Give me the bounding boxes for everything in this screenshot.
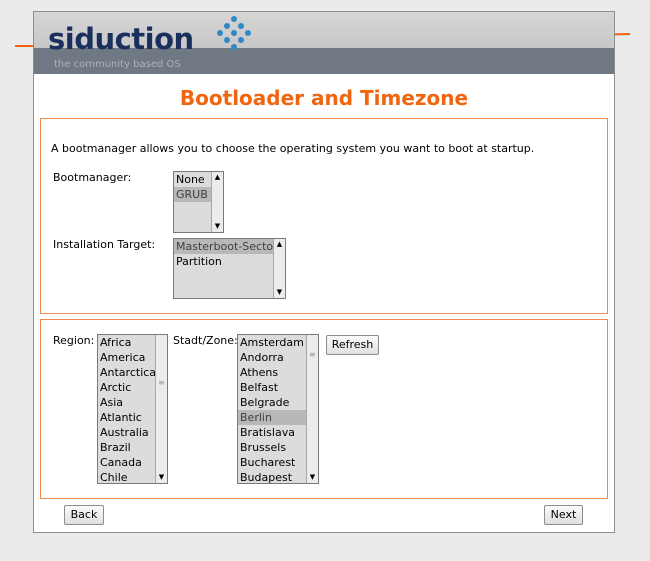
region-label: Region: [53, 334, 95, 347]
scroll-up-icon[interactable]: ▲ [212, 172, 223, 183]
zone-scrollbar[interactable]: ≡ ▼ [306, 335, 318, 483]
bootmanager-listbox[interactable]: None GRUB ▲ ▼ [173, 171, 224, 233]
page-title: Bootloader and Timezone [179, 86, 469, 110]
bootmanager-label: Bootmanager: [53, 171, 132, 184]
zone-label: Stadt/Zone: [173, 334, 238, 347]
scroll-grip-icon[interactable]: ≡ [309, 351, 316, 359]
next-button[interactable]: Next [544, 505, 583, 525]
region-scrollbar[interactable]: ≡ ▼ [155, 335, 167, 483]
scroll-up-icon[interactable]: ▲ [274, 239, 285, 250]
zone-listbox[interactable]: Amsterdam Andorra Athens Belfast Belgrad… [237, 334, 319, 484]
brand-logo-text: siduction [48, 22, 194, 56]
bootmanager-intro-text: A bootmanager allows you to choose the o… [51, 142, 535, 155]
scroll-down-icon[interactable]: ▼ [307, 472, 318, 483]
refresh-button[interactable]: Refresh [326, 335, 379, 355]
back-button[interactable]: Back [64, 505, 104, 525]
bootmanager-scrollbar[interactable]: ▲ ▼ [211, 172, 223, 232]
scroll-grip-icon[interactable]: ≡ [158, 379, 165, 387]
siduction-logo-icon [217, 16, 251, 50]
scroll-down-icon[interactable]: ▼ [212, 221, 223, 232]
bootloader-panel: A bootmanager allows you to choose the o… [40, 118, 608, 314]
scroll-down-icon[interactable]: ▼ [156, 472, 167, 483]
installer-page: siduction the community based OS Bootloa… [33, 11, 615, 533]
installation-target-label: Installation Target: [53, 238, 156, 251]
installation-target-option-selected[interactable]: Masterboot-Sector [174, 239, 285, 254]
installation-target-scrollbar[interactable]: ▲ ▼ [273, 239, 285, 298]
header-banner: siduction the community based OS [34, 12, 614, 74]
installation-target-listbox[interactable]: Masterboot-Sector Partition ▲ ▼ [173, 238, 286, 299]
timezone-panel: Region: Africa America Antarctica Arctic… [40, 319, 608, 499]
brand-tagline: the community based OS [54, 59, 181, 70]
region-listbox[interactable]: Africa America Antarctica Arctic Asia At… [97, 334, 168, 484]
installation-target-option[interactable]: Partition [174, 254, 285, 269]
scroll-down-icon[interactable]: ▼ [274, 287, 285, 298]
